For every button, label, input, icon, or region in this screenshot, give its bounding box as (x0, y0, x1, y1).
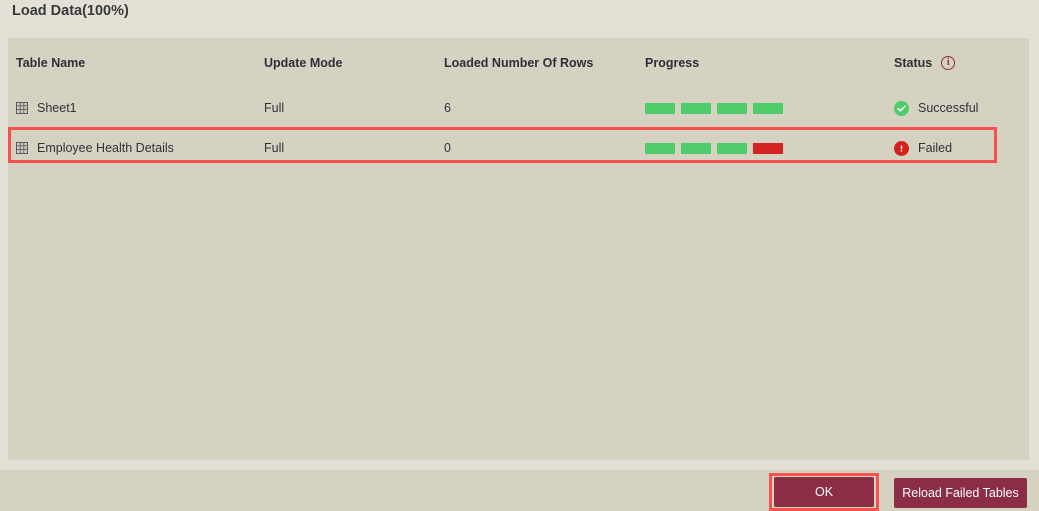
check-circle-icon (894, 100, 909, 116)
exclamation-circle-icon (894, 140, 909, 156)
cell-table-name-text: Employee Health Details (37, 141, 174, 155)
cell-loaded-rows: 0 (444, 141, 451, 155)
footer-bar (0, 470, 1039, 511)
cell-update-mode: Full (264, 141, 285, 155)
ok-button[interactable]: OK (774, 477, 874, 507)
progress-segment (753, 142, 783, 154)
table-row[interactable]: Employee Health Details Full 0 Failed (8, 128, 1029, 168)
column-header-table-name: Table Name (16, 56, 86, 70)
column-header-progress: Progress (645, 56, 700, 70)
info-icon[interactable]: i (941, 56, 956, 70)
table-row[interactable]: Sheet1 Full 6 Successful (8, 88, 1029, 128)
progress-bar (645, 142, 783, 154)
column-header-status-label: Status (894, 56, 933, 70)
progress-segment (645, 142, 675, 154)
cell-table-name: Sheet1 (16, 88, 77, 128)
status-badge: Failed (918, 141, 953, 155)
cell-loaded-rows: 6 (444, 101, 451, 115)
progress-segment (681, 142, 711, 154)
progress-segment (717, 142, 747, 154)
load-data-table-panel: Table Name Update Mode Loaded Number Of … (8, 38, 1029, 460)
table-grid-icon (16, 142, 28, 154)
progress-segment (681, 102, 711, 114)
status-badge: Successful (918, 101, 979, 115)
progress-bar (645, 102, 783, 114)
cell-status: Failed (894, 128, 952, 168)
cell-progress (645, 128, 783, 168)
column-header-update-mode: Update Mode (264, 56, 343, 70)
cell-progress (645, 88, 783, 128)
cell-status: Successful (894, 88, 978, 128)
progress-segment (645, 102, 675, 114)
reload-failed-tables-button[interactable]: Reload Failed Tables (894, 478, 1027, 508)
table-header-row: Table Name Update Mode Loaded Number Of … (8, 38, 1029, 88)
progress-segment (717, 102, 747, 114)
progress-segment (753, 102, 783, 114)
page-title: Load Data(100%) (12, 3, 129, 19)
cell-table-name: Employee Health Details (16, 128, 174, 168)
column-header-loaded-rows: Loaded Number Of Rows (444, 56, 594, 70)
table-grid-icon (16, 102, 28, 114)
column-header-status-group: Status i (894, 38, 956, 88)
cell-table-name-text: Sheet1 (37, 101, 77, 115)
cell-update-mode: Full (264, 101, 285, 115)
